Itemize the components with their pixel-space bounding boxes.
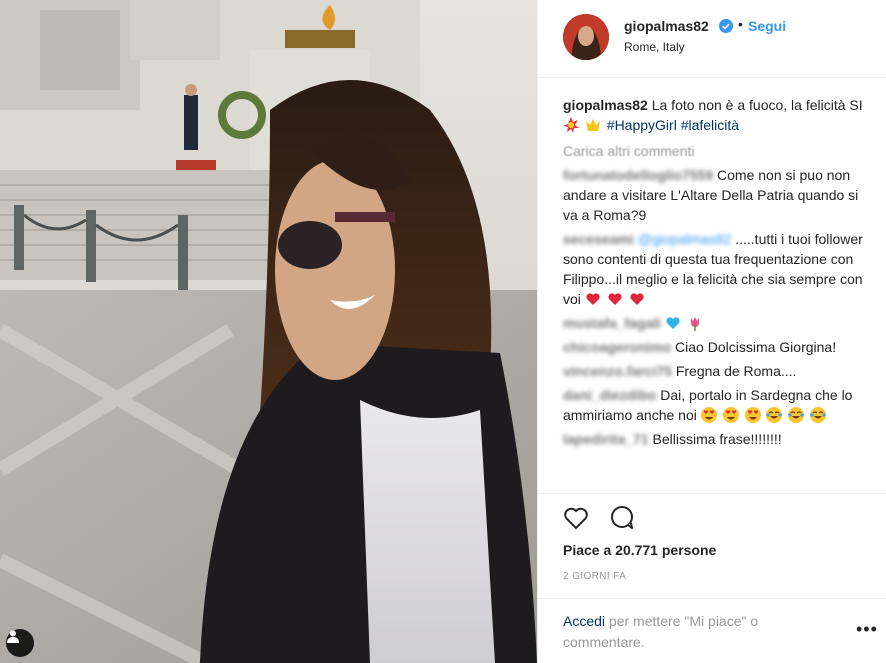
comment-author[interactable]: vincenzo.farci75 <box>563 363 672 379</box>
login-prompt: Accedi per mettere "Mi piace" o commenta… <box>563 611 823 653</box>
post-header: giopalmas82 • Segui Rome, Italy <box>538 0 886 78</box>
separator-dot: • <box>738 16 743 32</box>
comment: dani_diezdibo Dai, portalo in Sardegna c… <box>563 385 863 425</box>
collision-emoji-icon <box>563 117 579 133</box>
likes-count[interactable]: Piace a 20.771 persone <box>563 542 716 558</box>
heart-eyes-emoji-icon <box>722 407 739 423</box>
post-timestamp[interactable]: 2 GIORNI FA <box>563 571 626 582</box>
comment-mention[interactable]: @giopalmas82 <box>638 231 732 247</box>
caption: giopalmas82 La foto non è a fuoco, la fe… <box>563 95 863 135</box>
comment-author[interactable]: lapedirita_71 <box>563 431 649 447</box>
heart-icon[interactable] <box>562 504 590 532</box>
comments-list: giopalmas82 La foto non è a fuoco, la fe… <box>563 95 863 453</box>
red-heart-emoji-icon <box>585 291 601 307</box>
comment: vincenzo.farci75 Fregna de Roma.... <box>563 361 863 381</box>
comment-text: Fregna de Roma.... <box>675 363 797 379</box>
post-photo[interactable] <box>0 0 537 663</box>
crown-emoji-icon <box>585 117 601 133</box>
tulip-emoji-icon <box>687 315 703 331</box>
actions-divider <box>538 493 886 495</box>
tears-of-joy-emoji-icon <box>810 407 827 423</box>
comment-author[interactable]: fortunatodelloglio7559 <box>563 167 713 183</box>
login-link[interactable]: Accedi <box>563 613 605 629</box>
comment: fortunatodelloglio7559 Come non si puo n… <box>563 165 863 225</box>
heart-eyes-emoji-icon <box>744 407 761 423</box>
login-divider <box>538 598 886 599</box>
post-side-panel: giopalmas82 • Segui Rome, Italy giopalma… <box>537 0 886 663</box>
comment-text: Bellissima frase!!!!!!!! <box>652 431 782 447</box>
follow-button[interactable]: Segui <box>748 18 786 34</box>
hashtag-link[interactable]: #lafelicità <box>681 117 739 133</box>
comment-author[interactable]: dani_diezdibo <box>563 387 656 403</box>
author-username[interactable]: giopalmas82 <box>624 18 709 34</box>
comment-author[interactable]: chicoageronimo <box>563 339 671 355</box>
tears-of-joy-emoji-icon <box>788 407 805 423</box>
comment-icon[interactable] <box>608 504 636 532</box>
red-heart-emoji-icon <box>629 291 645 307</box>
post-location[interactable]: Rome, Italy <box>624 40 685 54</box>
comment-author[interactable]: seceseami <box>563 231 634 247</box>
user-tag-icon[interactable] <box>6 629 34 657</box>
comment: chicoageronimo Ciao Dolcissima Giorgina! <box>563 337 863 357</box>
comment: mustafa_fagali <box>563 313 863 333</box>
blue-heart-emoji-icon <box>665 315 681 331</box>
verified-badge-icon <box>719 19 733 33</box>
load-more-comments-button[interactable]: Carica altri commenti <box>563 141 863 161</box>
more-options-icon[interactable]: ••• <box>856 619 878 640</box>
instagram-post-page: giopalmas82 • Segui Rome, Italy giopalma… <box>0 0 886 663</box>
photo-illustration <box>0 0 537 663</box>
caption-author[interactable]: giopalmas82 <box>563 97 648 113</box>
hashtag-link[interactable]: #HappyGirl <box>607 117 677 133</box>
comment: lapedirita_71 Bellissima frase!!!!!!!! <box>563 429 863 449</box>
heart-eyes-emoji-icon <box>700 407 717 423</box>
avatar[interactable] <box>563 14 609 60</box>
comment-text: Ciao Dolcissima Giorgina! <box>675 339 837 355</box>
caption-text: La foto non è a fuoco, la felicità SI <box>651 97 863 113</box>
tears-of-joy-emoji-icon <box>766 407 783 423</box>
red-heart-emoji-icon <box>607 291 623 307</box>
comment: seceseami @giopalmas82 .....tutti i tuoi… <box>563 229 863 309</box>
comment-author[interactable]: mustafa_fagali <box>563 315 661 331</box>
